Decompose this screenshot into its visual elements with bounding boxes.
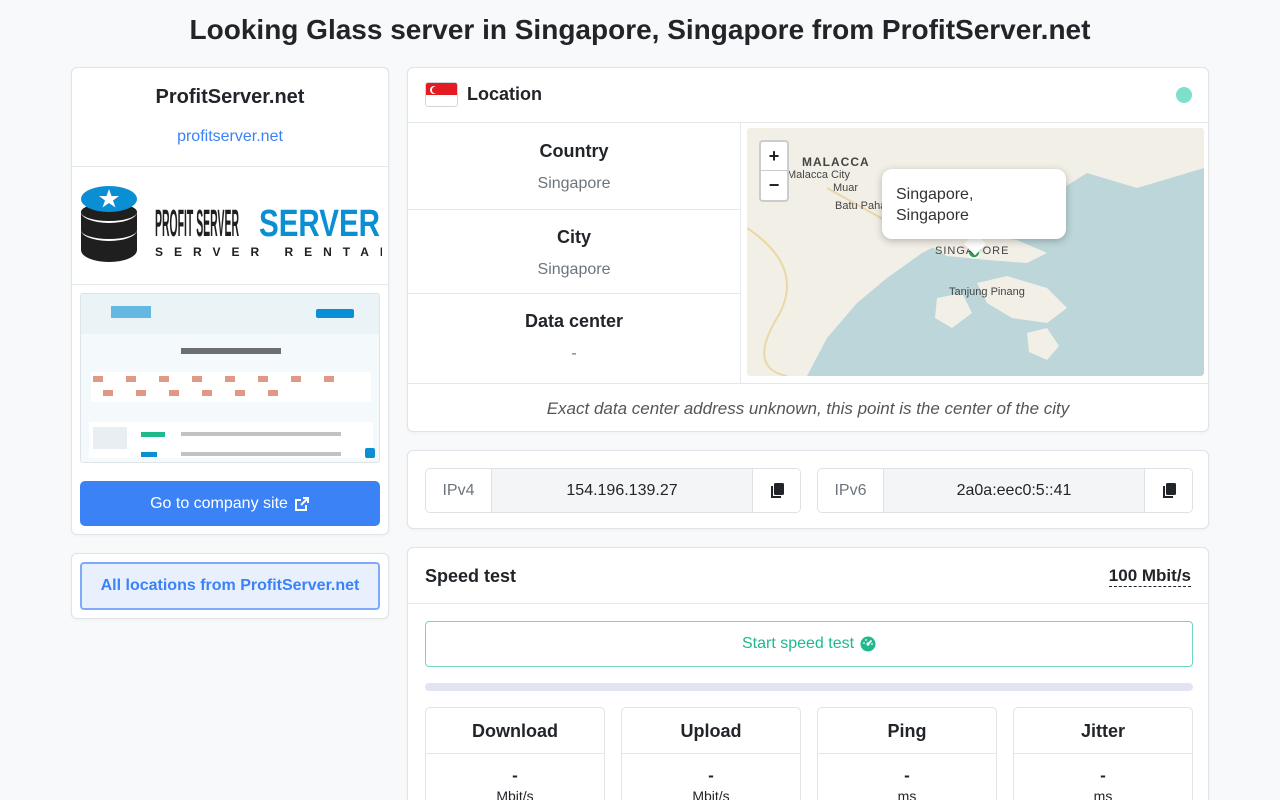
svg-text:SERVER: SERVER — [259, 203, 380, 245]
ping-value: - — [904, 766, 910, 785]
divider — [72, 166, 388, 167]
speedometer-icon — [860, 636, 876, 652]
logo-profit-text: PROFIT SERVER — [155, 203, 239, 245]
speed-limit[interactable]: 100 Mbit/s — [1108, 566, 1191, 587]
singapore-flag-icon — [425, 82, 458, 107]
location-details: Country Singapore City Singapore Data ce… — [408, 123, 741, 383]
ipv6-value[interactable]: 2a0a:eec0:5::41 — [884, 469, 1145, 512]
city-row: City Singapore — [408, 209, 740, 293]
company-website-link[interactable]: profitserver.net — [72, 128, 388, 146]
divider — [72, 284, 388, 285]
copy-icon — [1162, 482, 1176, 498]
logo-subtext: SERVER RENTAL — [155, 245, 382, 259]
download-value: - — [512, 766, 518, 785]
city-label: City — [556, 227, 591, 247]
jitter-unit: ms — [1093, 788, 1113, 800]
map-zoom-in-button[interactable]: + — [761, 142, 787, 171]
map-label-malacca-city: Malacca City — [787, 169, 850, 181]
copy-ipv4-button[interactable] — [753, 469, 800, 512]
ipv4-value[interactable]: 154.196.139.27 — [492, 469, 753, 512]
jitter-label: Jitter — [1014, 708, 1192, 754]
data-center-label: Data center — [524, 311, 624, 331]
external-link-icon — [294, 496, 309, 511]
map-label-muar: Muar — [833, 182, 859, 194]
upload-value: - — [708, 766, 714, 785]
download-label: Download — [426, 708, 604, 754]
go-to-company-site-button[interactable]: Go to company site — [80, 481, 380, 526]
map-popup: Singapore, Singapore — [882, 169, 1066, 239]
ip-address-card: IPv4 154.196.139.27 IPv6 2a0a:eec0:5::41 — [407, 450, 1209, 529]
ipv6-group: IPv6 2a0a:eec0:5::41 — [817, 468, 1193, 513]
data-center-row: Data center - — [408, 293, 740, 377]
download-unit: Mbit/s — [496, 788, 534, 800]
country-value: Singapore — [537, 175, 611, 192]
page-title: Looking Glass server in Singapore, Singa… — [189, 14, 1091, 45]
go-to-company-site-label: Go to company site — [150, 494, 288, 512]
city-value: Singapore — [537, 261, 611, 278]
start-speed-test-button[interactable]: Start speed test — [425, 621, 1193, 667]
speed-test-title: Speed test — [425, 566, 517, 586]
start-speed-test-label: Start speed test — [741, 635, 855, 652]
map-label-malacca: MALACCA — [802, 155, 870, 169]
map-popup-line1: Singapore, — [896, 186, 974, 203]
company-name: ProfitServer.net — [155, 86, 305, 108]
status-indicator — [1176, 87, 1192, 103]
ipv4-group: IPv4 154.196.139.27 — [425, 468, 801, 513]
speed-test-progress-bar — [425, 683, 1193, 691]
copy-ipv6-button[interactable] — [1145, 469, 1192, 512]
data-center-value: - — [571, 345, 577, 362]
map-popup-line2: Singapore — [896, 207, 969, 224]
location-card: Location Country Singapore City Singapor… — [407, 67, 1209, 432]
location-map[interactable]: MALACCA Malacca City Muar Batu Pahat SIN… — [747, 128, 1204, 376]
ping-label: Ping — [818, 708, 996, 754]
upload-unit: Mbit/s — [692, 788, 730, 800]
country-row: Country Singapore — [408, 123, 740, 207]
map-zoom-control: + − — [759, 140, 789, 202]
ipv6-label: IPv6 — [818, 469, 884, 512]
upload-metric: Upload - Mbit/s — [621, 707, 801, 800]
map-zoom-out-button[interactable]: − — [761, 171, 787, 200]
company-logo[interactable]: PROFIT SERVER SERVER SERVER RENTAL — [80, 186, 387, 266]
ipv4-label: IPv4 — [426, 469, 492, 512]
jitter-metric: Jitter - ms — [1013, 707, 1193, 800]
map-label-tanjung-pinang: Tanjung Pinang — [949, 286, 1025, 298]
speed-test-card: Speed test 100 Mbit/s Start speed test D… — [407, 547, 1209, 800]
country-label: Country — [539, 141, 609, 161]
all-locations-card: All locations from ProfitServer.net — [71, 553, 389, 619]
download-metric: Download - Mbit/s — [425, 707, 605, 800]
location-title: Location — [467, 84, 542, 104]
all-locations-button[interactable]: All locations from ProfitServer.net — [80, 562, 380, 610]
ping-metric: Ping - ms — [817, 707, 997, 800]
copy-icon — [770, 482, 784, 498]
location-note: Exact data center address unknown, this … — [408, 383, 1208, 431]
ping-unit: ms — [897, 788, 917, 800]
company-card: ProfitServer.net profitserver.net PROFIT… — [71, 67, 389, 535]
jitter-value: - — [1100, 766, 1106, 785]
upload-label: Upload — [622, 708, 800, 754]
company-site-screenshot[interactable] — [80, 293, 380, 463]
speed-test-header: Speed test 100 Mbit/s — [408, 548, 1208, 604]
location-header: Location — [408, 68, 1208, 123]
